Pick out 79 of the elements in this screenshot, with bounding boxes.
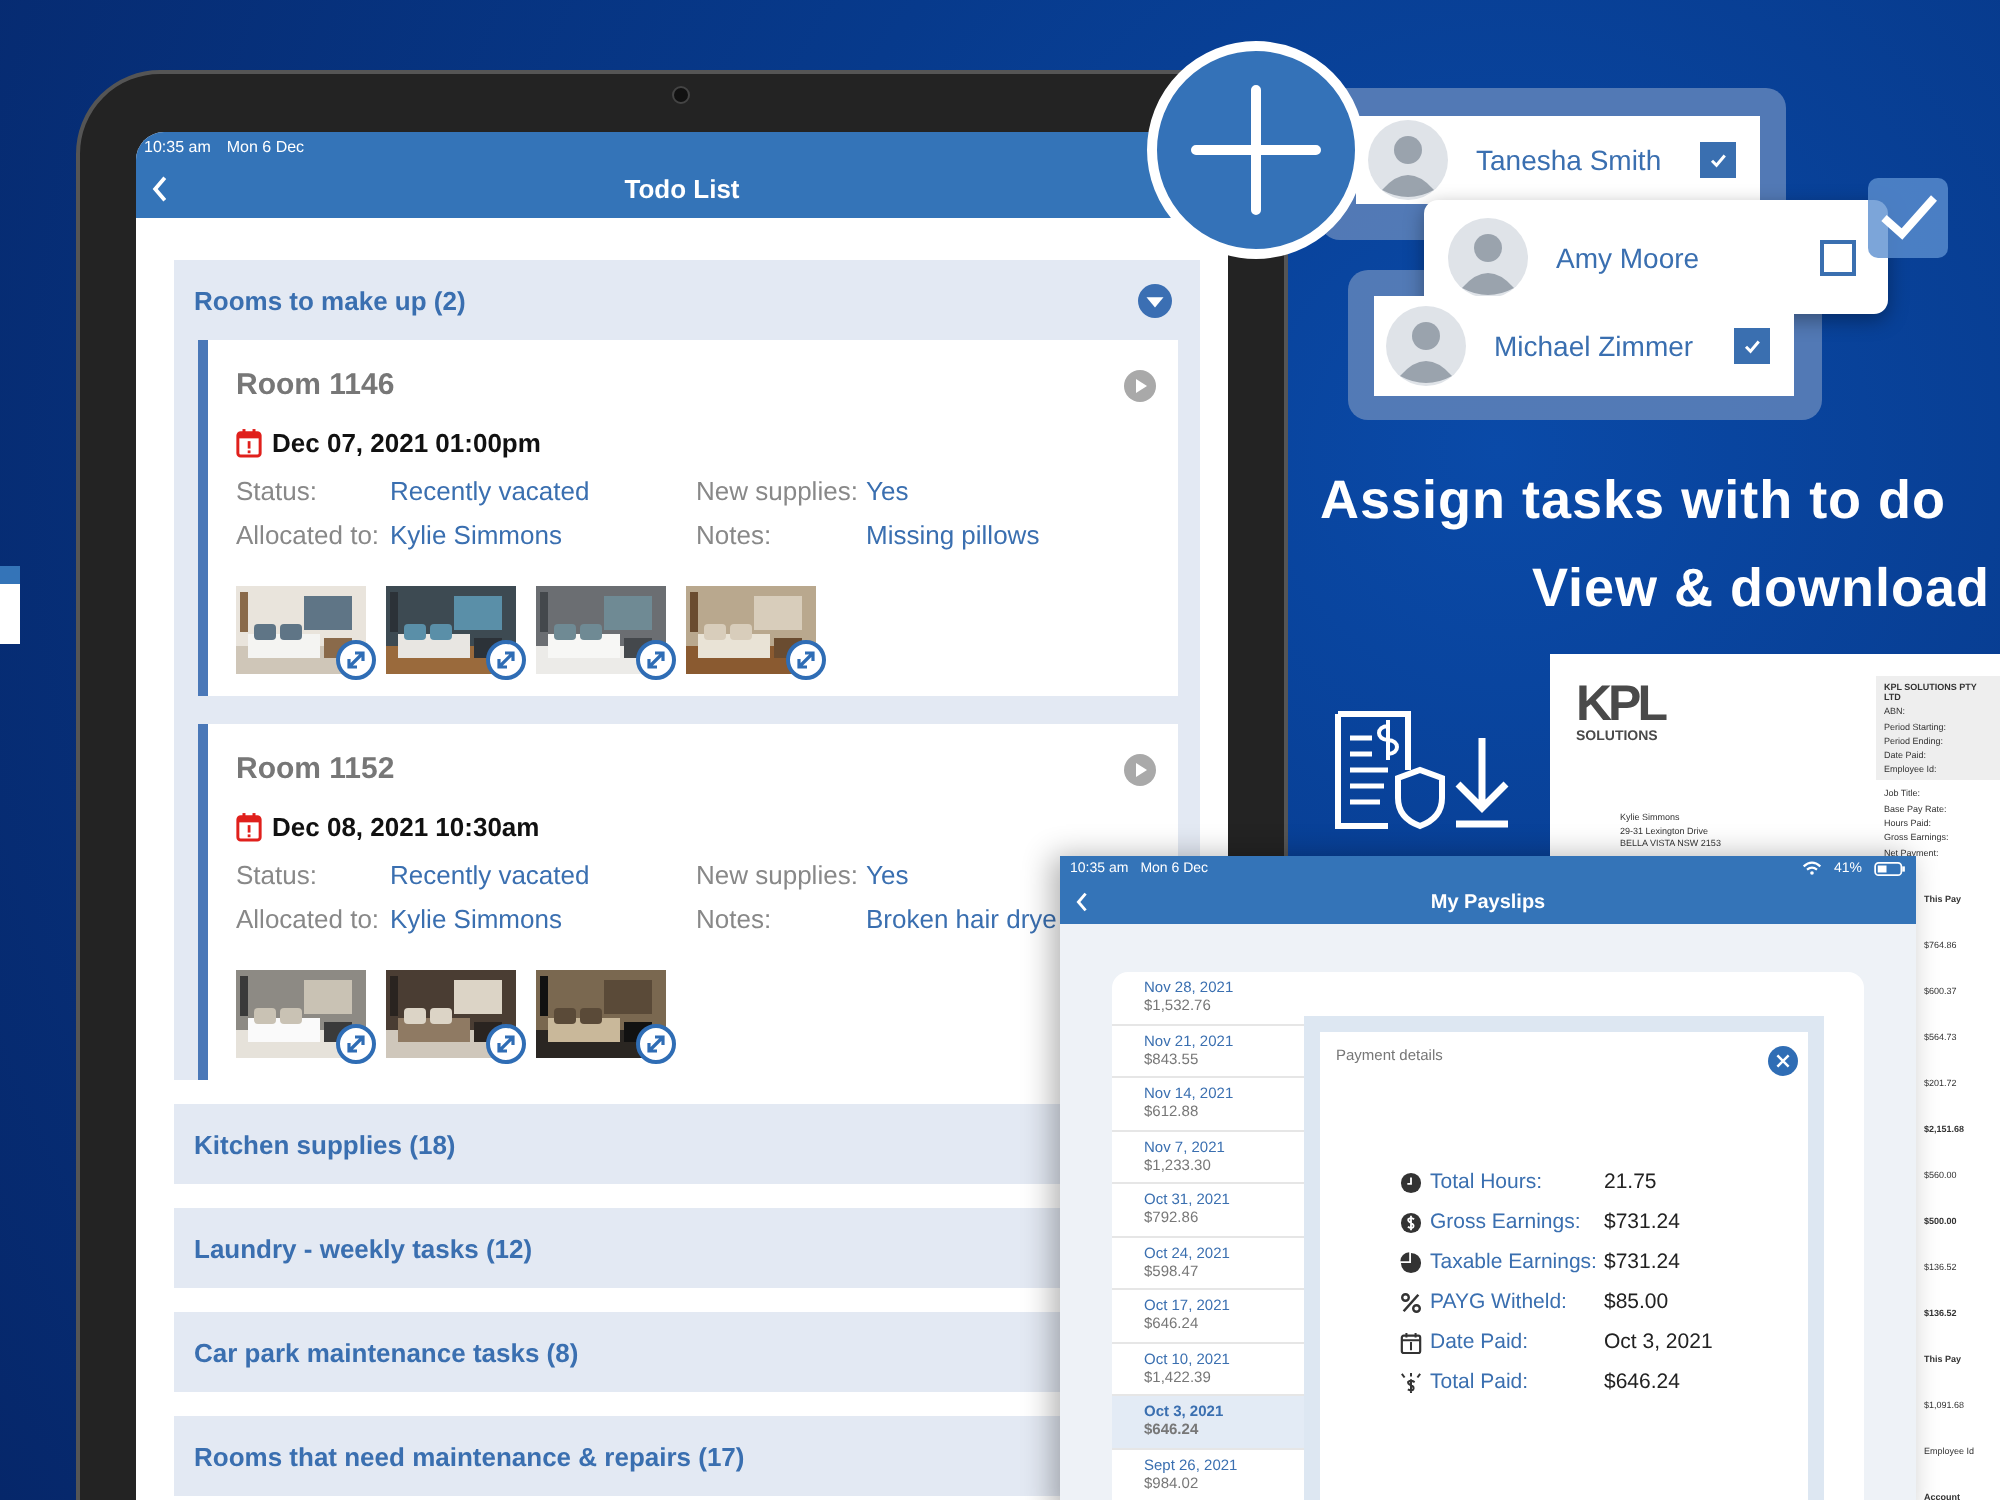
expand-icon[interactable] xyxy=(636,1024,676,1064)
back-icon[interactable] xyxy=(1076,892,1088,912)
detail-value: $646.24 xyxy=(1604,1370,1682,1394)
avatar-icon xyxy=(1448,217,1528,297)
field-value: Recently vacated xyxy=(390,860,590,890)
headline: View & download xyxy=(1531,556,1992,622)
field-value: Broken hair drye xyxy=(866,904,1057,934)
detail-value: Oct 3, 2021 xyxy=(1604,1330,1715,1354)
detail-value: 21.75 xyxy=(1604,1170,1659,1194)
collapse-icon[interactable] xyxy=(1138,283,1172,317)
expand-icon[interactable] xyxy=(336,1024,376,1064)
assignee-name: Amy Moore xyxy=(1556,241,1702,273)
expand-icon[interactable] xyxy=(786,640,826,680)
field-label: Allocated to: xyxy=(236,520,380,550)
camera-dot xyxy=(672,86,690,104)
expand-icon[interactable] xyxy=(486,640,526,680)
field-value: Missing pillows xyxy=(866,520,1040,550)
assignee-name: Michael Zimmer xyxy=(1494,330,1696,362)
calendar-alert-icon xyxy=(236,812,262,842)
dollar-icon xyxy=(1400,1211,1422,1233)
detail-label: Date Paid: xyxy=(1430,1330,1531,1354)
field-label: Status: xyxy=(236,860,317,890)
field-label: New supplies: xyxy=(696,476,858,506)
battery-icon xyxy=(1874,861,1906,875)
checkbox[interactable] xyxy=(1820,239,1856,275)
field-value: Yes xyxy=(866,476,909,506)
detail-label: PAYG Witheld: xyxy=(1430,1290,1569,1314)
field-value: Kylie Simmons xyxy=(390,904,562,934)
pie-chart-icon xyxy=(1400,1251,1422,1273)
add-button[interactable] xyxy=(1146,40,1366,260)
due-date: Dec 07, 2021 01:00pm xyxy=(272,428,541,458)
section-header[interactable]: Laundry - weekly tasks (12) xyxy=(174,1208,1060,1288)
company-logo: KPL xyxy=(1576,680,1667,730)
field-label: Notes: xyxy=(696,904,772,934)
expand-icon[interactable] xyxy=(636,640,676,680)
field-value: Yes xyxy=(866,860,909,890)
field-label: Status: xyxy=(236,476,317,506)
screen-title: Todo List xyxy=(624,174,740,204)
checkbox[interactable] xyxy=(1700,142,1736,178)
assignee-card[interactable]: Tanesha Smith xyxy=(1356,116,1760,204)
checkbox[interactable] xyxy=(1734,328,1770,364)
detail-value: $731.24 xyxy=(1604,1210,1682,1234)
checkmark-icon xyxy=(1868,178,1948,258)
due-date: Dec 08, 2021 10:30am xyxy=(272,812,540,842)
field-label: New supplies: xyxy=(696,860,858,890)
section-header[interactable]: Rooms that need maintenance & repairs (17) xyxy=(174,1416,1060,1496)
section-header[interactable]: Car park maintenance tasks (8) xyxy=(174,1312,1060,1392)
detail-value: $85.00 xyxy=(1604,1290,1671,1314)
status-date: Mon 6 Dec xyxy=(226,137,305,155)
close-icon[interactable] xyxy=(1768,1046,1798,1076)
headline: Assign tasks with to do xyxy=(1320,468,1947,534)
back-icon[interactable] xyxy=(152,176,168,202)
field-label: Notes: xyxy=(696,520,772,550)
calendar-icon xyxy=(1400,1331,1422,1353)
avatar-icon xyxy=(1386,306,1466,386)
detail-label: Gross Earnings: xyxy=(1430,1210,1583,1234)
window-edge xyxy=(0,566,20,644)
room-name: Room 1146 xyxy=(236,368,395,402)
detail-label: Total Paid: xyxy=(1430,1370,1531,1394)
detail-value: $731.24 xyxy=(1604,1250,1682,1274)
section-header[interactable]: Rooms to make up (2) xyxy=(174,260,1200,340)
room-name: Room 1152 xyxy=(236,752,395,786)
percent-icon xyxy=(1400,1291,1422,1313)
field-value: Recently vacated xyxy=(390,476,590,506)
section-header[interactable]: Kitchen supplies (18) xyxy=(174,1104,1060,1184)
money-icon xyxy=(1400,1371,1422,1393)
calendar-alert-icon xyxy=(236,428,262,458)
avatar-icon xyxy=(1368,120,1448,200)
screen-title: My Payslips xyxy=(1430,891,1546,913)
status-time: 10:35 am xyxy=(144,137,211,155)
clock-icon xyxy=(1400,1171,1422,1193)
field-label: Allocated to: xyxy=(236,904,380,934)
detail-label: Taxable Earnings: xyxy=(1430,1250,1599,1274)
wifi-icon xyxy=(1801,860,1822,876)
detail-label: Total Hours: xyxy=(1430,1170,1545,1194)
expand-icon[interactable] xyxy=(486,1024,526,1064)
field-value: Kylie Simmons xyxy=(390,520,562,550)
assignee-name: Tanesha Smith xyxy=(1476,144,1664,176)
assignee-card[interactable]: Michael Zimmer xyxy=(1374,296,1794,396)
